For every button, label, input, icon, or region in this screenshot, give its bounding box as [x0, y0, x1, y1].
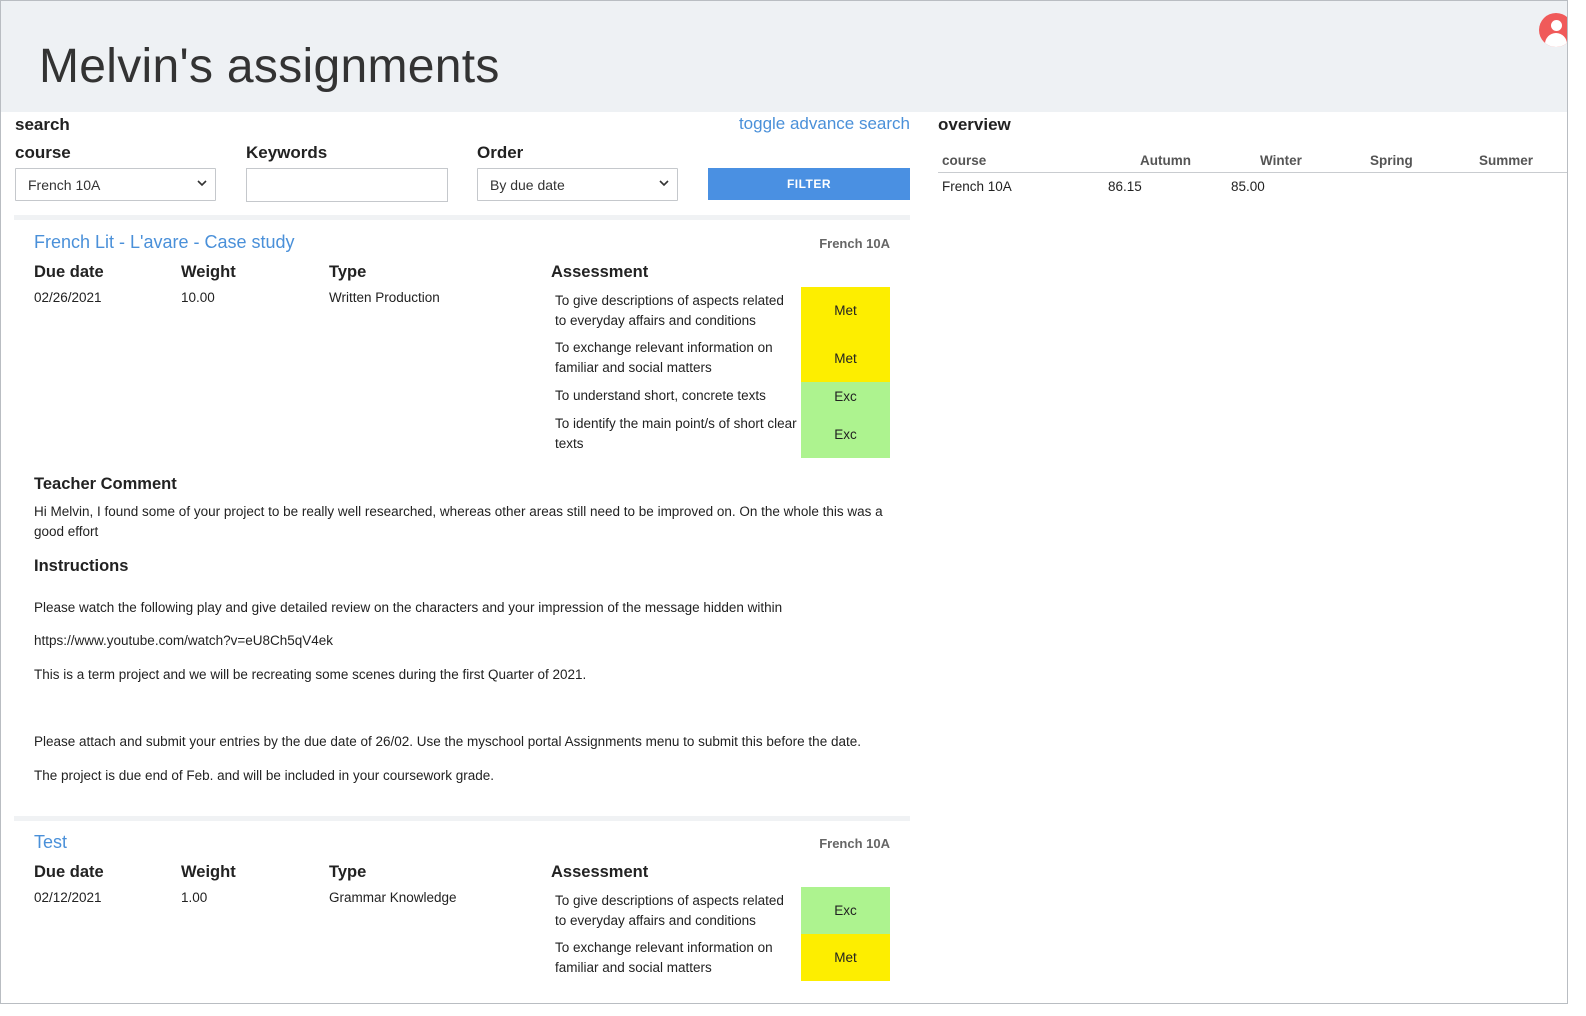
assignment-title-link[interactable]: Test — [34, 832, 67, 853]
assignment-card: French Lit - L'avare - Case study French… — [14, 220, 910, 818]
keywords-input[interactable] — [246, 168, 448, 202]
assessment-criterion: To exchange relevant information on fami… — [555, 340, 773, 375]
overview-table: course Autumn Winter Spring Summer Frenc… — [938, 151, 1567, 201]
teacher-comment-heading: Teacher Comment — [34, 475, 177, 493]
order-select-value: By due date — [490, 177, 565, 193]
overview-col-course: course — [942, 153, 987, 168]
assessment-criterion: To understand short, concrete texts — [555, 388, 766, 403]
assignment-title-link[interactable]: French Lit - L'avare - Case study — [34, 232, 295, 253]
assessment-grade: Exc — [801, 382, 890, 410]
assessment-row: To give descriptions of aspects related … — [551, 887, 891, 934]
teacher-comment-text: Hi Melvin, I found some of your project … — [34, 504, 883, 539]
page-header: Melvin's assignments — [1, 1, 1567, 112]
filter-button[interactable]: FILTER — [708, 168, 910, 200]
course-label: course — [15, 143, 71, 162]
assignment-course: French 10A — [819, 836, 890, 851]
assessment-heading: Assessment — [551, 863, 649, 881]
overview-winter: 85.00 — [1231, 179, 1265, 194]
instructions-heading: Instructions — [34, 557, 129, 575]
instruction-paragraph: Please attach and submit your entries by… — [34, 734, 861, 749]
due-date-heading: Due date — [34, 263, 104, 281]
overview-course: French 10A — [942, 179, 1012, 194]
assessment-row: To understand short, concrete texts Exc — [551, 382, 891, 410]
type-value: Written Production — [329, 290, 440, 305]
due-date-value: 02/26/2021 — [34, 290, 102, 305]
course-select-value: French 10A — [28, 177, 101, 193]
overview-col-winter: Winter — [1260, 153, 1302, 168]
assignment-card: Test French 10A Due date Weight Type Ass… — [14, 820, 910, 1003]
overview-heading: overview — [938, 115, 1011, 134]
overview-col-summer: Summer — [1479, 153, 1534, 168]
type-heading: Type — [329, 263, 367, 281]
overview-row: French 10A 86.15 85.00 — [938, 173, 1567, 201]
weight-value: 10.00 — [181, 290, 215, 305]
weight-heading: Weight — [181, 863, 236, 881]
instruction-paragraph: Please watch the following play and give… — [34, 600, 783, 615]
course-select[interactable]: French 10A — [15, 168, 216, 201]
assessment-grade: Exc — [801, 410, 890, 458]
due-date-value: 02/12/2021 — [34, 890, 102, 905]
assessment-criterion: To give descriptions of aspects related … — [555, 892, 784, 928]
search-heading: search — [15, 115, 70, 134]
assessment-grade: Met — [801, 934, 890, 981]
instruction-paragraph: This is a term project and we will be re… — [34, 667, 587, 682]
assessment-criterion: To exchange relevant information on fami… — [555, 939, 773, 975]
app-window: Melvin's assignments search toggle advan… — [0, 0, 1568, 1004]
assessment-row: To give descriptions of aspects related … — [551, 287, 891, 334]
instruction-paragraph: The project is due end of Feb. and will … — [34, 768, 495, 783]
chevron-down-icon — [197, 180, 207, 187]
overview-autumn: 86.15 — [1108, 179, 1142, 194]
assessment-table: To give descriptions of aspects related … — [551, 287, 891, 458]
assessment-row: To exchange relevant information on fami… — [551, 334, 891, 382]
page-title: Melvin's assignments — [39, 40, 500, 93]
weight-value: 1.00 — [181, 890, 208, 905]
overview-header-row: course Autumn Winter Spring Summer — [938, 151, 1567, 173]
assessment-row: To exchange relevant information on fami… — [551, 934, 891, 981]
type-value: Grammar Knowledge — [329, 890, 457, 905]
avatar-body-shape — [1545, 33, 1567, 47]
chevron-down-icon — [659, 180, 669, 187]
instruction-link[interactable]: https://www.youtube.com/watch?v=eU8Ch5qV… — [34, 631, 894, 651]
toggle-advanced-search-link[interactable]: toggle advance search — [739, 114, 910, 134]
assignment-course: French 10A — [819, 236, 890, 251]
weight-heading: Weight — [181, 263, 236, 281]
assessment-row: To identify the main point/s of short cl… — [551, 410, 891, 458]
overview-col-autumn: Autumn — [1140, 153, 1191, 168]
avatar-head-shape — [1551, 20, 1562, 31]
user-avatar-icon[interactable] — [1539, 13, 1567, 47]
assessment-criterion: To identify the main point/s of short cl… — [555, 416, 797, 451]
overview-col-spring: Spring — [1370, 153, 1413, 168]
assessment-heading: Assessment — [551, 263, 649, 281]
order-select[interactable]: By due date — [477, 168, 678, 201]
assessment-grade: Exc — [801, 887, 890, 934]
type-heading: Type — [329, 863, 367, 881]
assessment-grade: Met — [801, 334, 890, 382]
assessment-grade: Met — [801, 287, 890, 334]
assessment-table: To give descriptions of aspects related … — [551, 887, 891, 981]
due-date-heading: Due date — [34, 863, 104, 881]
assessment-criterion: To give descriptions of aspects related … — [555, 292, 784, 328]
order-label: Order — [477, 143, 524, 162]
keywords-label: Keywords — [246, 143, 328, 162]
